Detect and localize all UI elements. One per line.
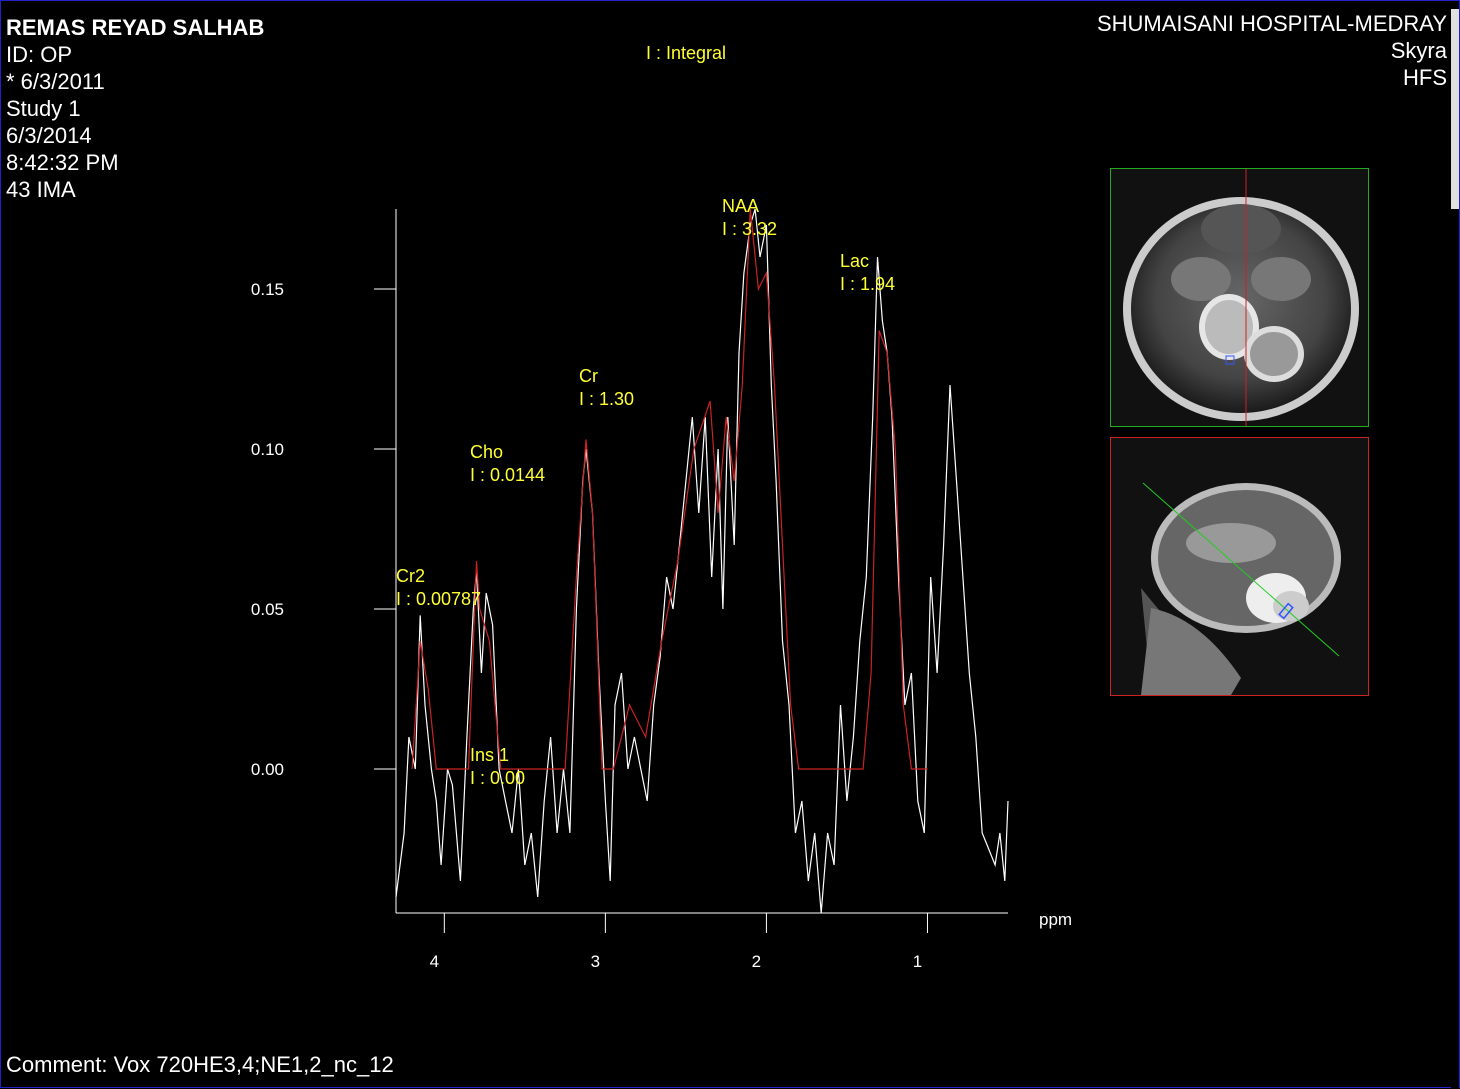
y-tick-label: 0.05 [251, 600, 284, 619]
peak-integral: I : 3.32 [722, 219, 777, 239]
y-tick-label: 0.15 [251, 280, 284, 299]
peak-integral: I : 0.00 [470, 768, 525, 788]
y-tick-label: 0.00 [251, 760, 284, 779]
patient-position: HFS [1403, 65, 1447, 90]
peak-label: Cho [470, 442, 503, 462]
y-tick-label: 0.10 [251, 440, 284, 459]
x-tick-label: 2 [752, 952, 761, 971]
axial-brain-image [1111, 169, 1368, 426]
x-axis-label: ppm [1039, 910, 1072, 929]
axial-localizer-image[interactable] [1110, 168, 1369, 427]
sagittal-brain-image [1111, 438, 1368, 695]
x-tick-label: 3 [591, 952, 600, 971]
comment-text: Comment: Vox 720HE3,4;NE1,2_nc_12 [6, 1052, 394, 1077]
site-info-panel: SHUMAISANI HOSPITAL-MEDRAY Skyra HFS [1097, 10, 1447, 91]
peak-integral: I : 0.00787 [396, 589, 481, 609]
peak-label: Cr [579, 366, 598, 386]
x-tick-label: 4 [430, 952, 439, 971]
scanner-name: Skyra [1390, 38, 1447, 63]
peak-label: Cr2 [396, 566, 425, 586]
measured-spectrum-line [395, 208, 1009, 914]
scrollbar-thumb[interactable] [1451, 9, 1459, 209]
spectroscopy-viewer[interactable]: REMAS REYAD SALHAB ID: OP * 6/3/2011 Stu… [0, 0, 1460, 1089]
peak-label: Ins 1 [470, 745, 509, 765]
peak-integral: I : 1.94 [840, 274, 895, 294]
peak-integral: I : 0.0144 [470, 465, 545, 485]
sagittal-localizer-image[interactable] [1110, 437, 1369, 696]
peak-integral: I : 1.30 [579, 389, 634, 409]
hospital-name: SHUMAISANI HOSPITAL-MEDRAY [1096, 11, 1447, 36]
vertical-scrollbar[interactable] [1451, 1, 1459, 1089]
x-tick-label: 1 [913, 952, 922, 971]
peak-label: NAA [722, 196, 759, 216]
peak-label: Lac [840, 251, 869, 271]
mr-spectrum-chart[interactable]: 0.00 0.05 0.10 0.15 4 3 2 1 ppm Cr2 I : 0.00787 Cho… [1, 1, 1101, 1001]
